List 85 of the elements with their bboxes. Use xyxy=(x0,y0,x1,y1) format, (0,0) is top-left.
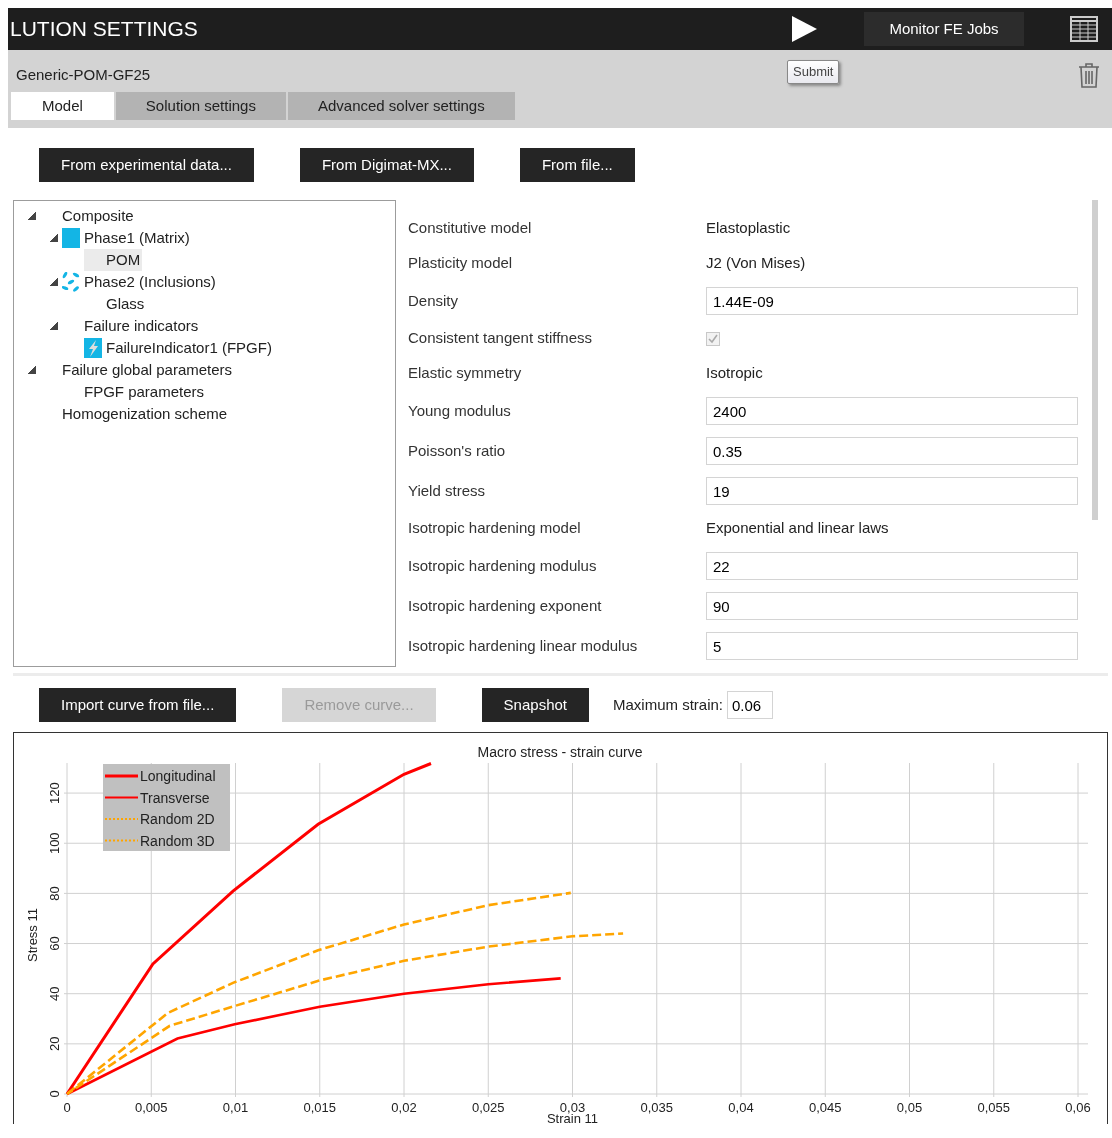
legend-label: Longitudinal xyxy=(140,768,216,784)
legend-label: Random 2D xyxy=(140,811,215,827)
expand-arrow-icon[interactable] xyxy=(50,234,58,242)
lightning-icon xyxy=(84,338,102,358)
property-label: Consistent tangent stiffness xyxy=(408,328,593,349)
tick-label: 40 xyxy=(47,986,62,1001)
input-field[interactable]: 19 xyxy=(706,477,1078,505)
property-value: Isotropic xyxy=(706,363,763,384)
tick-label: 20 xyxy=(47,1036,62,1052)
max-strain-label: Maximum strain: xyxy=(613,694,723,715)
property-label: Plasticity model xyxy=(408,253,514,274)
square-icon xyxy=(62,228,80,248)
input-field[interactable]: 22 xyxy=(706,552,1078,580)
tick-label: 0 xyxy=(47,1090,62,1098)
tab[interactable]: Advanced solver settings xyxy=(287,92,515,120)
property-value: Elastoplastic xyxy=(706,218,791,239)
property-label: Yield stress xyxy=(408,480,486,501)
ellipses-icon xyxy=(62,272,80,292)
property-label: Poisson's ratio xyxy=(408,440,507,461)
tick-label: 120 xyxy=(47,782,62,804)
tick-label: 0,055 xyxy=(977,1100,1010,1115)
legend-label: Random 3D xyxy=(140,832,215,849)
property-label: Isotropic hardening model xyxy=(408,518,582,539)
window-title: LUTION SETTINGS xyxy=(10,16,198,43)
tick-label: 0,045 xyxy=(809,1100,842,1115)
property-label: Constitutive model xyxy=(408,218,533,239)
tooltip: Submit xyxy=(787,60,840,84)
tick-label: 0,04 xyxy=(728,1100,754,1115)
button[interactable]: Snapshot xyxy=(481,688,589,722)
property-label: Density xyxy=(408,290,460,311)
button[interactable]: From experimental data... xyxy=(39,148,254,182)
max-strain-field[interactable]: 0.06 xyxy=(727,691,773,719)
legend-label: Transverse xyxy=(140,789,210,806)
monitor-jobs-button[interactable]: Monitor FE Jobs xyxy=(864,12,1024,46)
input-field[interactable]: 90 xyxy=(706,592,1078,620)
expand-arrow-icon[interactable] xyxy=(28,366,36,374)
button: Remove curve... xyxy=(282,688,436,722)
input-field[interactable]: 2400 xyxy=(706,397,1078,425)
input-field[interactable]: 0.35 xyxy=(706,437,1078,465)
tick-label: 100 xyxy=(47,832,62,855)
expand-arrow-icon[interactable] xyxy=(28,212,36,220)
tree-item[interactable]: Phase1 (Matrix) xyxy=(84,226,190,250)
chart-title: Macro stress - strain curve xyxy=(477,744,643,760)
tree-item[interactable]: Failure indicators xyxy=(84,314,199,338)
tick-label: 0 xyxy=(63,1100,71,1115)
property-label: Elastic symmetry xyxy=(408,363,523,384)
tree-item[interactable]: Homogenization scheme xyxy=(62,402,228,426)
expand-arrow-icon[interactable] xyxy=(50,322,58,330)
tab[interactable]: Model xyxy=(11,92,114,120)
table-icon[interactable] xyxy=(1070,16,1098,42)
tick-label: 80 xyxy=(47,886,62,901)
tree-item[interactable]: Phase2 (Inclusions) xyxy=(84,270,216,294)
tick-label: 0,02 xyxy=(391,1100,417,1115)
property-label: Isotropic hardening linear modulus xyxy=(408,635,639,656)
tick-label: 0,01 xyxy=(222,1100,249,1115)
input-field[interactable]: 5 xyxy=(706,632,1078,660)
tick-label: 0,015 xyxy=(303,1100,336,1115)
tree-item[interactable]: Composite xyxy=(62,204,134,228)
property-label: Isotropic hardening modulus xyxy=(408,555,598,576)
button[interactable]: From file... xyxy=(519,148,635,182)
tree-item[interactable]: FailureIndicator1 (FPGF) xyxy=(106,336,272,360)
button[interactable]: Import curve from file... xyxy=(39,688,237,722)
scrollbar[interactable] xyxy=(1092,200,1098,520)
axis-label: Stress 11 xyxy=(25,908,40,962)
property-value: J2 (Von Mises) xyxy=(706,253,806,274)
property-label: Young modulus xyxy=(408,400,512,421)
property-label: Isotropic hardening exponent xyxy=(408,595,603,616)
tab[interactable]: Solution settings xyxy=(115,92,286,120)
tick-label: 0,05 xyxy=(896,1100,923,1115)
tree-item[interactable]: FPGF parameters xyxy=(84,380,205,404)
material-name: Generic-POM-GF25 xyxy=(16,64,151,85)
property-value: Exponential and linear laws xyxy=(706,518,889,539)
tick-label: 0,025 xyxy=(472,1100,505,1115)
tick-label: 60 xyxy=(47,936,62,951)
trash-icon[interactable] xyxy=(1078,62,1100,88)
tick-label: 0,06 xyxy=(1065,1100,1091,1115)
tick-label: 0,005 xyxy=(135,1100,168,1115)
tick-label: 0,035 xyxy=(640,1100,673,1115)
tree-item[interactable]: POM xyxy=(84,248,143,272)
input-field[interactable]: 1.44E-09 xyxy=(706,287,1078,315)
play-icon[interactable] xyxy=(790,15,818,43)
expand-arrow-icon[interactable] xyxy=(50,278,58,286)
tree-item[interactable]: Failure global parameters xyxy=(62,358,233,382)
tree-item[interactable]: Glass xyxy=(106,292,145,316)
button[interactable]: From Digimat-MX... xyxy=(299,148,474,182)
